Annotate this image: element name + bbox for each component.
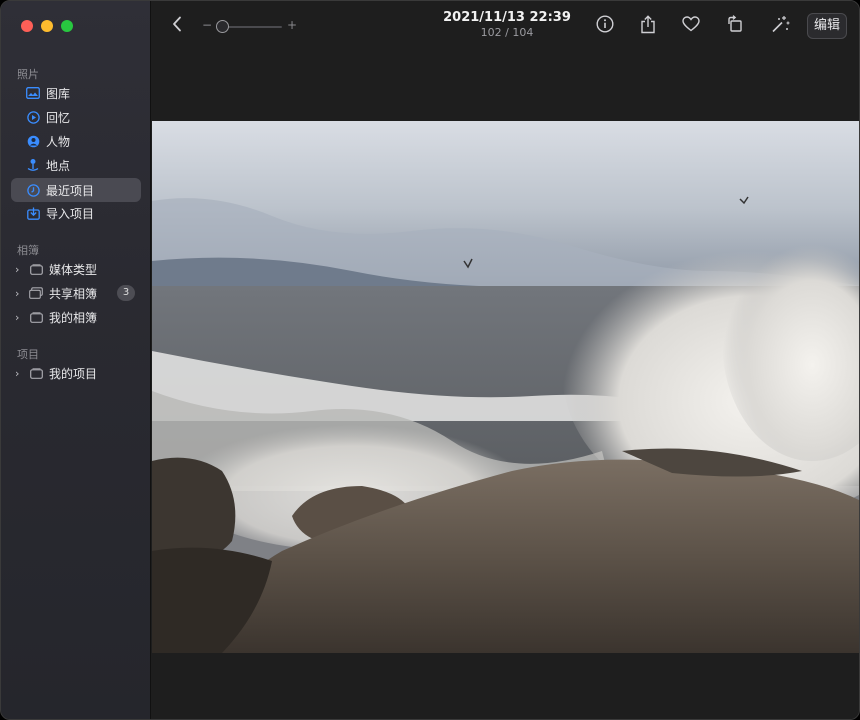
- share-icon: [640, 14, 656, 38]
- folder-icon: [29, 366, 43, 380]
- sidebar-item-label: 图库: [46, 86, 71, 101]
- info-button[interactable]: [594, 15, 616, 37]
- back-button[interactable]: [166, 15, 188, 37]
- chevron-right-icon[interactable]: ›: [15, 263, 25, 276]
- count-badge: 3: [117, 285, 135, 301]
- heart-icon: [682, 16, 700, 36]
- shared-folder-icon: [29, 286, 43, 300]
- sidebar-item-label: 回忆: [46, 110, 71, 125]
- sidebar-item-label: 共享相簿: [49, 286, 98, 301]
- sidebar-item-imports[interactable]: 导入项目: [11, 201, 141, 225]
- sidebar-item-label: 人物: [46, 134, 71, 149]
- people-icon: [26, 134, 40, 148]
- places-icon: [26, 158, 40, 172]
- sidebar-item-label: 导入项目: [46, 206, 95, 221]
- zoom-out-label[interactable]: −: [202, 18, 212, 32]
- sidebar-item-media-types[interactable]: › 媒体类型: [11, 257, 141, 281]
- rotate-icon: [726, 15, 744, 37]
- photos-window: 照片 图库 回忆 人物 地点 最近项目 导入项目 相簿 › 媒体类型 › 共享相…: [0, 0, 860, 720]
- info-icon: [596, 15, 614, 37]
- favorite-button[interactable]: [680, 15, 702, 37]
- section-label-projects: 项目: [17, 348, 39, 361]
- rotate-button[interactable]: [724, 15, 746, 37]
- sidebar-item-places[interactable]: 地点: [11, 153, 141, 177]
- edit-button[interactable]: 编辑: [807, 13, 847, 39]
- sidebar-item-label: 最近项目: [46, 183, 95, 198]
- sidebar-item-shared-albums[interactable]: › 共享相簿 3: [11, 281, 141, 305]
- folder-icon: [29, 262, 43, 276]
- sidebar-item-label: 媒体类型: [49, 262, 98, 277]
- photo-library-icon: [26, 86, 40, 100]
- section-label-albums: 相簿: [17, 244, 39, 257]
- sidebar-item-label: 地点: [46, 158, 71, 173]
- sidebar-item-label: 我的相簿: [49, 310, 98, 325]
- sidebar-item-people[interactable]: 人物: [11, 129, 141, 153]
- chevron-right-icon[interactable]: ›: [15, 367, 25, 380]
- sidebar-item-my-albums[interactable]: › 我的相簿: [11, 305, 141, 329]
- traffic-lights: [21, 20, 73, 32]
- sidebar: 照片 图库 回忆 人物 地点 最近项目 导入项目 相簿 › 媒体类型 › 共享相…: [1, 1, 151, 719]
- imports-icon: [26, 206, 40, 220]
- close-button[interactable]: [21, 20, 33, 32]
- recents-icon: [26, 183, 40, 197]
- chevron-right-icon[interactable]: ›: [15, 287, 25, 300]
- memories-icon: [26, 110, 40, 124]
- section-label-photos: 照片: [17, 68, 39, 81]
- magic-wand-icon: [771, 15, 791, 37]
- photo-viewer: [152, 53, 859, 719]
- sidebar-item-memories[interactable]: 回忆: [11, 105, 141, 129]
- toolbar: − + 2021/11/13 22:39 102 / 104 编辑: [152, 1, 859, 53]
- share-button[interactable]: [637, 14, 659, 38]
- minimize-button[interactable]: [41, 20, 53, 32]
- chevron-right-icon[interactable]: ›: [15, 311, 25, 324]
- seascape-photo[interactable]: [152, 121, 859, 653]
- sidebar-item-my-projects[interactable]: › 我的项目: [11, 361, 141, 385]
- zoom-in-label[interactable]: +: [287, 18, 297, 32]
- folder-icon: [29, 310, 43, 324]
- sidebar-item-recents[interactable]: 最近项目: [11, 178, 141, 202]
- zoom-slider-knob[interactable]: [216, 20, 229, 33]
- maximize-button[interactable]: [61, 20, 73, 32]
- chevron-left-icon: [172, 16, 182, 36]
- zoom-slider-track[interactable]: [222, 26, 282, 28]
- enhance-button[interactable]: [770, 15, 792, 37]
- sidebar-item-label: 我的项目: [49, 366, 98, 381]
- sidebar-item-library[interactable]: 图库: [11, 81, 141, 105]
